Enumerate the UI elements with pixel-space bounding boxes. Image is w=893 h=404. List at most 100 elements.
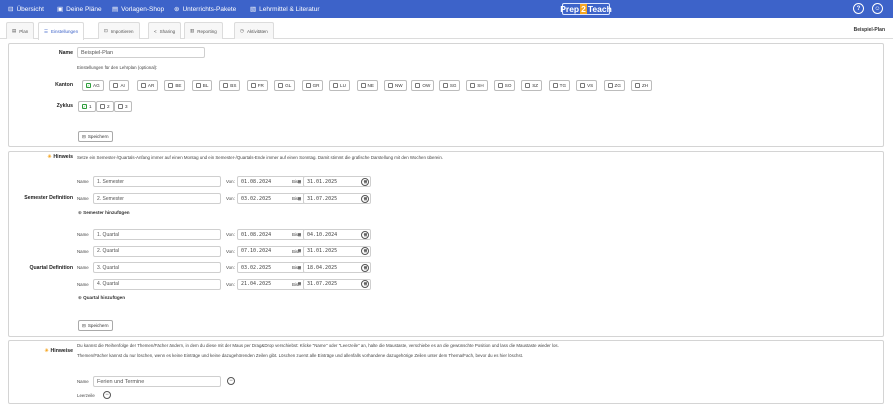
tab-plan[interactable]: ▤ Plan [6, 22, 35, 39]
kanton-checkbox-zh[interactable]: ZH [631, 80, 653, 91]
von-label: Von: [226, 248, 235, 254]
kanton-checkbox-ar[interactable]: AR [136, 80, 159, 91]
save-settings-button[interactable]: ⊟ Speichern [78, 131, 113, 142]
kanton-checkbox-sz[interactable]: SZ [521, 80, 543, 91]
kanton-checkbox-nw[interactable]: NW [383, 80, 407, 91]
calendar-icon: ▣ [57, 6, 64, 13]
zyklus-checkbox-2[interactable]: 2 [96, 101, 114, 112]
remove-empty-line-button[interactable]: − [103, 391, 111, 399]
checkbox-icon [387, 83, 393, 88]
tab-label: Importieren [110, 28, 134, 34]
settings-icon: ☰ [44, 28, 49, 34]
tab-sharing[interactable]: < Sharing [148, 22, 182, 39]
kanton-checkbox-bs[interactable]: BS [219, 80, 241, 91]
shop-icon: ▤ [112, 6, 119, 13]
kanton-code: BL [202, 83, 209, 88]
remove-quartal-button[interactable]: − [361, 230, 369, 239]
date-value: 03.02.2025 [241, 264, 272, 271]
checkbox-icon [580, 83, 586, 88]
quartal-name-input[interactable]: 2. Quartal [93, 245, 221, 257]
checkbox-icon [195, 83, 201, 88]
semester-name-input[interactable]: 1. Semester [93, 176, 221, 187]
checkbox-icon [223, 83, 229, 88]
nav-overview[interactable]: ⊟ Übersicht [8, 0, 44, 18]
kanton-checkbox-zg[interactable]: ZG [603, 80, 625, 91]
checkbox-icon [250, 83, 256, 88]
kanton-checkbox-lu[interactable]: LU [329, 80, 350, 91]
kanton-checkbox-sg[interactable]: SG [438, 80, 461, 91]
kanton-checkbox-fr[interactable]: FR [246, 80, 268, 91]
kanton-checkbox-vs[interactable]: VS [576, 80, 598, 91]
kanton-code: FR [257, 83, 264, 88]
hint-text: Setze ein Semester-/Quartals-Anfang imme… [77, 155, 443, 160]
book-icon: ▧ [250, 6, 257, 13]
kanton-checkbox-gl[interactable]: GL [274, 80, 296, 91]
remove-quartal-button[interactable]: − [361, 247, 369, 255]
brand-logo[interactable]: Prep 2 Teach [560, 3, 612, 15]
remove-quartal-button[interactable]: − [361, 280, 369, 288]
zyklus-checkbox-1[interactable]: ✓ 1 [78, 101, 96, 112]
nav-lesson-packages[interactable]: ⊛ Unterrichts-Pakete [174, 0, 236, 18]
plus-circle-icon: ⊕ [78, 295, 82, 300]
kanton-checkbox-ai[interactable]: AI [109, 80, 129, 91]
kanton-checkbox-ag[interactable]: ✓ AG [82, 80, 104, 91]
tab-import[interactable]: ⊡ Importieren [98, 22, 140, 39]
add-semester-button[interactable]: ⊕ Semester hinzufügen [78, 210, 130, 216]
kanton-code: VS [587, 83, 594, 88]
nav-label: Vorlagen-Shop [121, 5, 165, 13]
import-icon: ⊡ [104, 28, 108, 33]
date-value: 18.04.2025 [307, 264, 338, 271]
checkbox-icon [497, 83, 503, 88]
tab-activities[interactable]: ◷ Aktivitäten [234, 22, 274, 39]
kanton-code: OW [422, 83, 431, 88]
remove-quartal-button[interactable]: − [361, 263, 369, 272]
tab-bar: ▤ Plan ☰ Einstellungen ⊡ Importieren < Shari… [0, 20, 893, 40]
help-icon[interactable]: ? [853, 3, 864, 14]
kanton-checkbox-bl[interactable]: BL [191, 80, 213, 91]
save-icon: ⊟ [82, 133, 86, 139]
bulb-icon: ☀ [47, 154, 52, 160]
remove-semester-button[interactable]: − [361, 194, 369, 203]
quartal-name-input[interactable]: 1. Quartal [93, 229, 221, 240]
semester-name-input[interactable]: 2. Semester [93, 193, 221, 204]
plan-icon: ▤ [12, 28, 17, 33]
quartal-name-input[interactable]: 4. Quartal [93, 278, 221, 290]
plan-name-input[interactable]: Beispiel-Plan [77, 47, 205, 58]
nav-template-shop[interactable]: ▤ Vorlagen-Shop [112, 0, 164, 18]
add-quartal-button[interactable]: ⊕ Quartal hinzufügen [78, 295, 125, 301]
remove-topic-button[interactable]: − [227, 377, 235, 385]
nav-teaching-materials[interactable]: ▧ Lehrmittel & Literatur [250, 0, 320, 18]
kanton-checkbox-so[interactable]: SO [493, 80, 516, 91]
date-value: 31.01.2025 [307, 248, 338, 254]
user-icon[interactable]: ☺ [872, 3, 883, 14]
kanton-checkbox-be[interactable]: BE [164, 80, 186, 91]
zyklus-checkbox-3[interactable]: 3 [114, 101, 132, 112]
kanton-checkbox-tg[interactable]: TG [548, 80, 571, 91]
remove-semester-button[interactable]: − [361, 177, 369, 186]
date-value: 31.01.2025 [307, 178, 338, 185]
kanton-code: AI [120, 83, 125, 88]
kanton-code: BE [175, 83, 182, 88]
kanton-checkbox-ow[interactable]: OW [411, 80, 435, 91]
quartal-name-input[interactable]: 3. Quartal [93, 262, 221, 273]
name-prefix: Name [77, 248, 89, 254]
save-periods-button[interactable]: ⊟ Speichern [78, 320, 113, 331]
checkbox-icon [168, 83, 174, 88]
tab-settings[interactable]: ☰ Einstellungen [38, 22, 85, 40]
plus-circle-icon: ⊕ [78, 210, 82, 215]
topic-name-input[interactable]: Ferien und Termine [93, 376, 221, 387]
name-prefix: Name [77, 281, 89, 287]
hint-label: ☀ Hinweis [47, 154, 73, 160]
kanton-checkbox-gr[interactable]: GR [301, 80, 324, 91]
clock-icon: ◷ [240, 28, 244, 33]
kanton-code: LU [340, 83, 346, 88]
kanton-checkbox-sh[interactable]: SH [466, 80, 488, 91]
topics-panel [8, 340, 884, 404]
kanton-checkbox-ne[interactable]: NE [356, 80, 378, 91]
nav-my-plans[interactable]: ▣ Deine Pläne [57, 0, 102, 18]
tab-reporting[interactable]: ▥ Reporting [184, 22, 223, 39]
date-value: 21.04.2025 [241, 281, 272, 287]
nav-label: Lehrmittel & Literatur [259, 5, 320, 13]
checkbox-icon [278, 83, 284, 88]
date-value: 01.08.2024 [241, 178, 272, 185]
